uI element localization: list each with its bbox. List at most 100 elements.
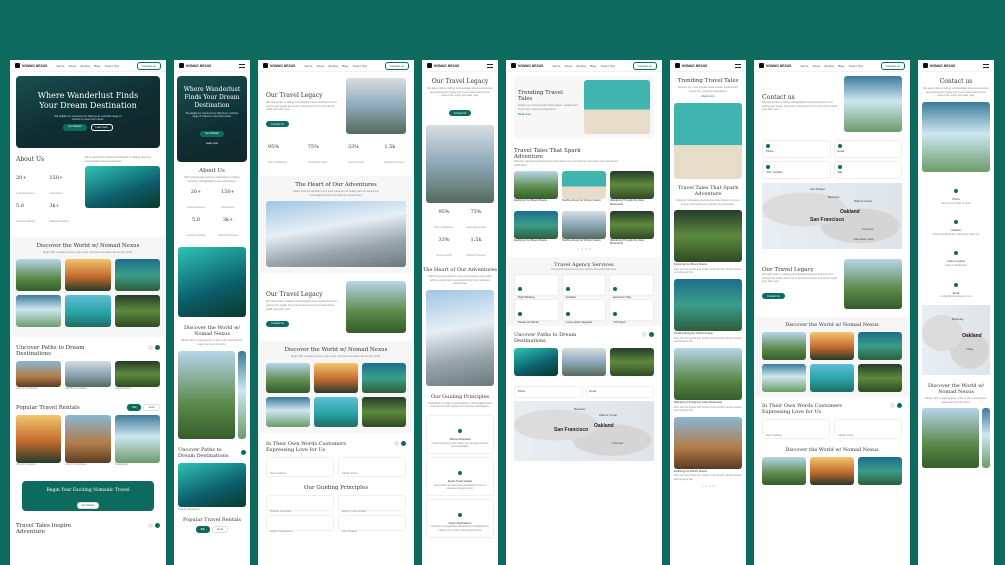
service-card[interactable]: VIP Airport bbox=[609, 299, 654, 324]
next-arrow-icon[interactable] bbox=[155, 344, 160, 350]
destination-image[interactable] bbox=[65, 360, 111, 387]
contact-email[interactable]: Email contact@nomadnexus.com bbox=[918, 274, 994, 299]
service-card[interactable]: Private car Rental bbox=[514, 299, 559, 324]
learn-more-link[interactable]: Learn more bbox=[177, 142, 247, 145]
next-arrow-icon[interactable] bbox=[649, 332, 654, 338]
prev-arrow-icon[interactable] bbox=[890, 403, 895, 408]
menu-icon[interactable] bbox=[735, 63, 741, 68]
gallery-image[interactable] bbox=[16, 258, 62, 291]
get-started-button[interactable]: Get Started bbox=[200, 130, 224, 137]
nav-link-service[interactable]: Service bbox=[576, 64, 586, 68]
gallery-image[interactable] bbox=[314, 396, 358, 427]
post-image[interactable] bbox=[562, 171, 606, 200]
tab-japan[interactable]: Japan bbox=[143, 404, 160, 412]
brand-logo[interactable]: NOMAD NEXUS bbox=[179, 63, 211, 68]
destination-image[interactable] bbox=[562, 348, 606, 377]
nav-link-blog[interactable]: Blog bbox=[590, 64, 596, 68]
next-arrow-icon[interactable] bbox=[241, 450, 246, 455]
rental-image[interactable] bbox=[16, 415, 62, 464]
next-arrow-icon[interactable] bbox=[897, 403, 902, 408]
page-1[interactable]: 1 bbox=[702, 485, 703, 488]
post-image[interactable] bbox=[674, 347, 742, 400]
legacy-contact-button[interactable]: Contact Us bbox=[266, 121, 289, 128]
next-arrow-icon[interactable] bbox=[401, 440, 406, 446]
tab-bali[interactable]: Bali bbox=[195, 526, 210, 534]
legacy-contact-button-2[interactable]: Contact Us bbox=[266, 320, 289, 327]
brand-logo[interactable]: NOMAD NEXUS bbox=[923, 63, 955, 68]
gallery-image[interactable] bbox=[362, 362, 406, 393]
brand-logo[interactable]: NOMAD NEXUS bbox=[675, 63, 707, 68]
gallery-image[interactable] bbox=[858, 364, 902, 392]
map[interactable]: Berkeley Walnut Creek San Francisco Oakl… bbox=[514, 401, 654, 461]
gallery-image[interactable] bbox=[114, 258, 160, 291]
gallery-image[interactable] bbox=[266, 396, 310, 427]
contact-button[interactable]: Contact us bbox=[880, 61, 905, 70]
nav-link-home[interactable]: Home bbox=[56, 64, 64, 68]
gallery-image[interactable] bbox=[810, 364, 854, 392]
nav-link-service[interactable]: Service bbox=[328, 64, 338, 68]
nav-link-tips[interactable]: Travel Tips bbox=[600, 64, 615, 68]
gallery-image[interactable] bbox=[982, 408, 990, 469]
gallery-image[interactable] bbox=[314, 362, 358, 393]
destination-image[interactable] bbox=[610, 348, 654, 377]
gallery-image[interactable] bbox=[810, 332, 854, 360]
gallery-image[interactable] bbox=[65, 294, 111, 327]
menu-icon[interactable] bbox=[239, 63, 245, 68]
trending-read-more[interactable]: Read more bbox=[670, 95, 746, 99]
map[interactable]: Berkeley Oakland Tracy bbox=[922, 304, 990, 375]
prev-arrow-icon[interactable] bbox=[642, 332, 647, 338]
legacy-contact-button[interactable]: Contact Us bbox=[448, 110, 472, 117]
page-3[interactable]: 3 bbox=[709, 485, 710, 488]
nav-link-home[interactable]: Home bbox=[304, 64, 312, 68]
post-image[interactable] bbox=[514, 171, 558, 200]
gallery-image[interactable] bbox=[114, 294, 160, 327]
menu-icon[interactable] bbox=[983, 63, 989, 68]
nav-link-about[interactable]: About bbox=[316, 64, 324, 68]
nav-link-home[interactable]: Home bbox=[552, 64, 560, 68]
gallery-image[interactable] bbox=[762, 457, 806, 485]
post-image[interactable] bbox=[674, 416, 742, 469]
adventure-video[interactable] bbox=[266, 201, 406, 268]
gallery-image[interactable] bbox=[762, 364, 806, 392]
nav-link-service[interactable]: Service bbox=[824, 64, 834, 68]
legacy-contact-button[interactable]: Contact Us bbox=[762, 293, 785, 300]
destination-image[interactable] bbox=[178, 462, 246, 507]
contact-button[interactable]: Contact us bbox=[632, 61, 657, 70]
menu-icon[interactable] bbox=[487, 63, 493, 68]
adventure-video[interactable] bbox=[426, 289, 494, 386]
post-image[interactable] bbox=[674, 279, 742, 331]
nav-link-tips[interactable]: Travel Tips bbox=[104, 64, 119, 68]
page-3[interactable]: 3 bbox=[585, 248, 586, 251]
prev-arrow-icon[interactable] bbox=[148, 344, 153, 350]
gallery-image[interactable] bbox=[858, 332, 902, 360]
contact-chat[interactable]: Chat to support Chat on WhatsApp bbox=[918, 242, 994, 267]
post-image[interactable] bbox=[514, 210, 558, 239]
contact-button[interactable]: Contact us bbox=[136, 61, 161, 70]
brand-logo[interactable]: NOMAD NEXUS bbox=[427, 63, 459, 68]
gallery-image[interactable] bbox=[16, 294, 62, 327]
gallery-image[interactable] bbox=[178, 350, 235, 439]
nav-link-service[interactable]: Service bbox=[80, 64, 90, 68]
nav-link-blog[interactable]: Blog bbox=[838, 64, 844, 68]
gallery-image[interactable] bbox=[810, 457, 854, 485]
gallery-image[interactable] bbox=[362, 396, 406, 427]
nav-link-blog[interactable]: Blog bbox=[342, 64, 348, 68]
contact-button[interactable]: Contact us bbox=[384, 61, 409, 70]
cta-button[interactable]: Get Started bbox=[76, 501, 100, 509]
gallery-image[interactable] bbox=[922, 408, 979, 469]
gallery-image[interactable] bbox=[858, 457, 902, 485]
learn-more-button[interactable]: Learn more bbox=[90, 123, 113, 131]
service-card[interactable]: Luxury Hotel Upgrades bbox=[561, 299, 607, 324]
gallery-image[interactable] bbox=[266, 362, 310, 393]
rental-image[interactable] bbox=[114, 415, 160, 464]
nav-link-about[interactable]: About bbox=[564, 64, 572, 68]
map[interactable]: San Rafael Berkeley Walnut Creek Oakland… bbox=[762, 183, 902, 249]
post-image[interactable] bbox=[562, 210, 606, 239]
trending-read-more[interactable]: Read more bbox=[518, 113, 578, 117]
tab-bali[interactable]: Bali bbox=[127, 404, 142, 412]
service-card[interactable]: Flight Booking bbox=[514, 274, 559, 299]
destination-image[interactable] bbox=[114, 360, 160, 387]
nav-link-home[interactable]: Home bbox=[800, 64, 808, 68]
prev-arrow-icon[interactable] bbox=[394, 440, 399, 446]
brand-logo[interactable]: NOMAD NEXUS bbox=[15, 63, 47, 68]
